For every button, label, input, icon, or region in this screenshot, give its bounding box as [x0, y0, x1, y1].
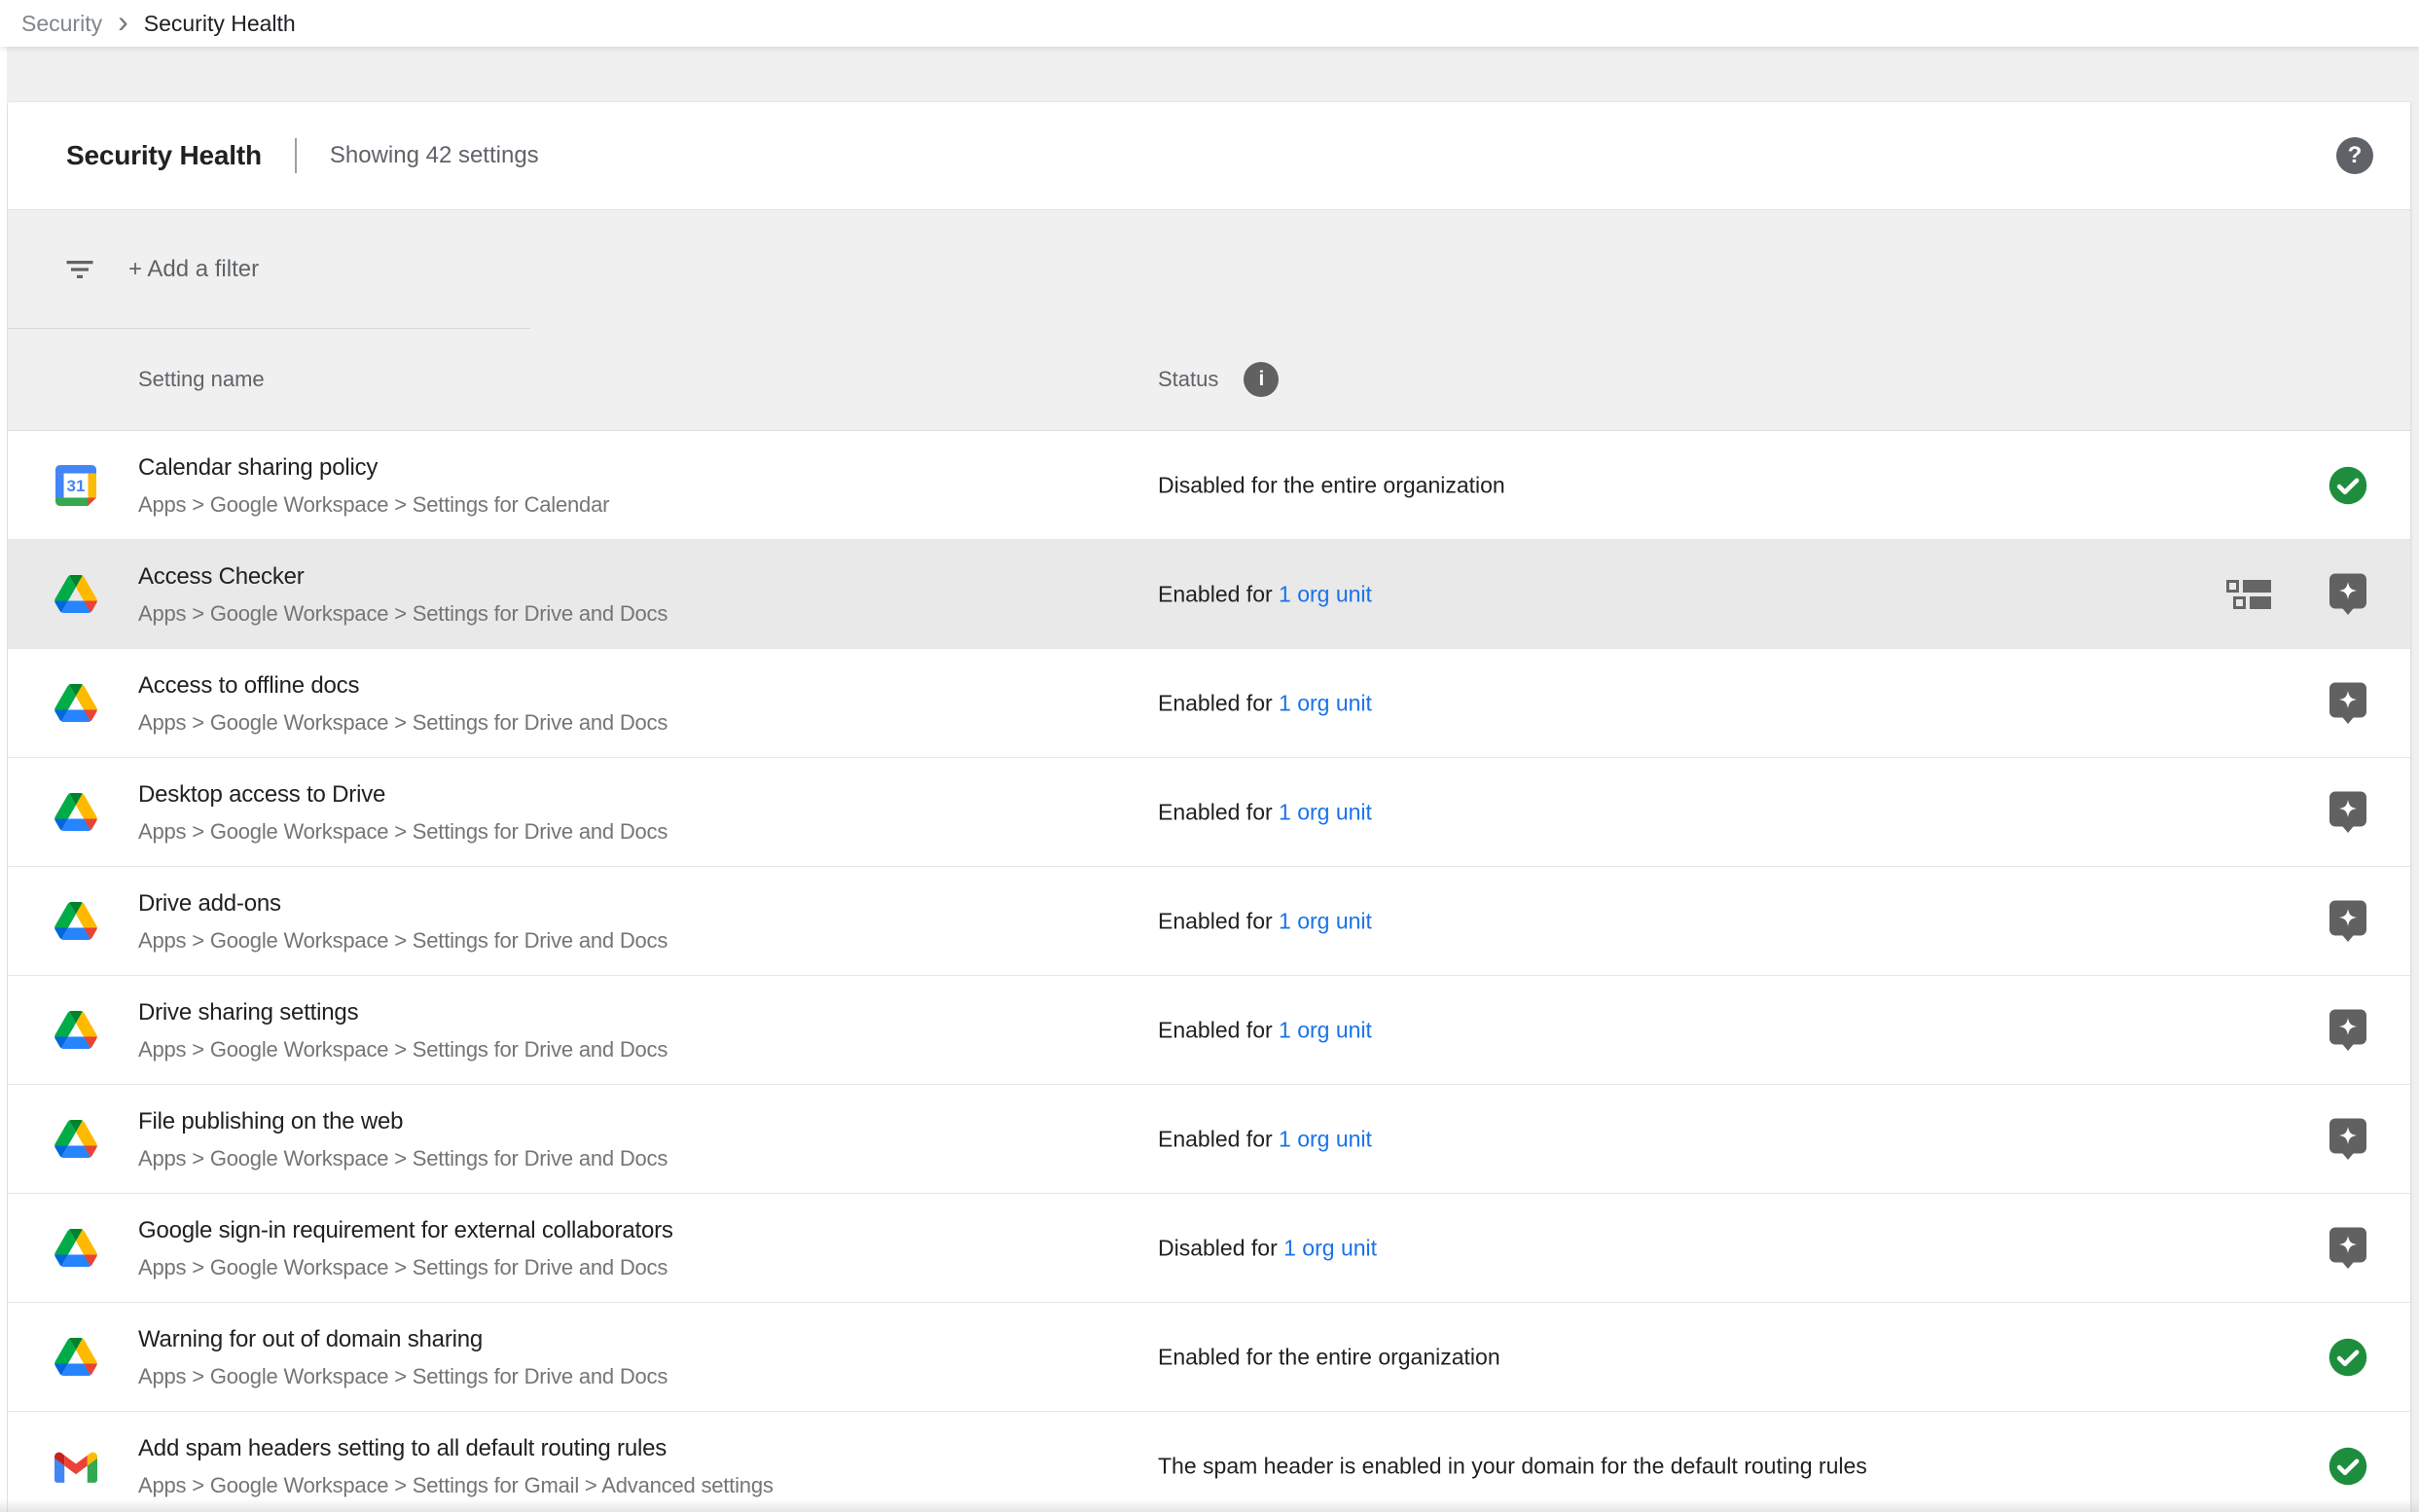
- setting-row[interactable]: Drive add-ons Apps > Google Workspace > …: [8, 867, 2410, 976]
- breadcrumb-current: Security Health: [144, 11, 296, 37]
- setting-status: Enabled for 1 org unit: [1158, 908, 1372, 934]
- info-icon[interactable]: i: [1244, 362, 1279, 397]
- setting-row[interactable]: Desktop access to Drive Apps > Google Wo…: [8, 758, 2410, 867]
- table-header: Setting name Status i: [8, 329, 2410, 430]
- page-left-gutter: [0, 0, 7, 1512]
- setting-name: Calendar sharing policy: [138, 454, 378, 482]
- status-text: Enabled for: [1158, 799, 1279, 824]
- setting-path: Apps > Google Workspace > Settings for D…: [138, 928, 668, 954]
- setting-path: Apps > Google Workspace > Settings for D…: [138, 1037, 668, 1062]
- status-text: Enabled for the entire organization: [1158, 1344, 1500, 1369]
- setting-status: Enabled for 1 org unit: [1158, 581, 1372, 607]
- setting-row[interactable]: Google sign-in requirement for external …: [8, 1194, 2410, 1303]
- filter-list-icon[interactable]: [62, 252, 97, 287]
- setting-path: Apps > Google Workspace > Settings for G…: [138, 1473, 774, 1498]
- setting-name: Drive add-ons: [138, 890, 281, 918]
- setting-name: Access to offline docs: [138, 672, 359, 700]
- add-filter-button[interactable]: + Add a filter: [128, 256, 259, 283]
- status-text: Disabled for: [1158, 1235, 1283, 1260]
- setting-row[interactable]: Warning for out of domain sharing Apps >…: [8, 1303, 2410, 1412]
- page-title: Security Health: [66, 140, 262, 171]
- chevron-right-icon: ›: [118, 6, 128, 37]
- calendar-icon: 31: [54, 463, 98, 508]
- column-setting-name: Setting name: [138, 367, 265, 392]
- org-unit-link[interactable]: 1 org unit: [1279, 690, 1372, 715]
- setting-path: Apps > Google Workspace > Settings for D…: [138, 601, 668, 627]
- setting-path: Apps > Google Workspace > Settings for D…: [138, 1364, 668, 1389]
- drive-icon: [54, 1226, 98, 1271]
- gmail-icon: [54, 1444, 98, 1489]
- recommendation-icon[interactable]: [2326, 899, 2370, 943]
- drive-icon: [54, 681, 98, 726]
- setting-row[interactable]: Add spam headers setting to all default …: [8, 1412, 2410, 1512]
- recommendation-icon[interactable]: [2326, 681, 2370, 725]
- setting-status: Enabled for the entire organization: [1158, 1344, 1500, 1370]
- setting-status: Disabled for 1 org unit: [1158, 1235, 1377, 1261]
- drive-icon: [54, 1008, 98, 1053]
- drive-icon: [54, 1335, 98, 1380]
- setting-status: Disabled for the entire organization: [1158, 472, 1505, 498]
- title-divider: [295, 138, 297, 173]
- status-ok-icon: [2326, 465, 2370, 506]
- status-text: Enabled for: [1158, 690, 1279, 715]
- org-unit-link[interactable]: 1 org unit: [1279, 1017, 1372, 1042]
- status-ok-icon: [2326, 1337, 2370, 1378]
- filter-bar: + Add a filter: [8, 210, 2410, 329]
- rule-applied-icon: [2226, 580, 2271, 609]
- recommendation-icon[interactable]: [2326, 572, 2370, 616]
- svg-text:31: 31: [67, 476, 86, 494]
- drive-icon: [54, 1117, 98, 1162]
- setting-row[interactable]: Access Checker Apps > Google Workspace >…: [8, 540, 2410, 649]
- security-health-card: Security Health Showing 42 settings ? + …: [8, 102, 2410, 1512]
- column-status: Status: [1158, 367, 1218, 392]
- setting-name: Desktop access to Drive: [138, 781, 385, 809]
- status-text: Disabled for the entire organization: [1158, 472, 1505, 497]
- setting-status: Enabled for 1 org unit: [1158, 799, 1372, 825]
- breadcrumb-parent-link[interactable]: Security: [21, 11, 102, 37]
- drive-icon: [54, 899, 98, 944]
- card-header: Security Health Showing 42 settings ?: [8, 102, 2410, 209]
- setting-name: Access Checker: [138, 563, 305, 591]
- setting-status: Enabled for 1 org unit: [1158, 690, 1372, 716]
- breadcrumb: Security › Security Health: [0, 0, 2419, 47]
- org-unit-link[interactable]: 1 org unit: [1279, 799, 1372, 824]
- setting-path: Apps > Google Workspace > Settings for D…: [138, 1146, 668, 1171]
- drive-icon: [54, 572, 98, 617]
- settings-count: Showing 42 settings: [330, 142, 539, 169]
- status-text: Enabled for: [1158, 581, 1279, 606]
- setting-path: Apps > Google Workspace > Settings for D…: [138, 819, 668, 845]
- status-text: Enabled for: [1158, 908, 1279, 933]
- recommendation-icon[interactable]: [2326, 790, 2370, 834]
- setting-name: File publishing on the web: [138, 1108, 403, 1135]
- status-text: The spam header is enabled in your domai…: [1158, 1453, 1867, 1478]
- org-unit-link[interactable]: 1 org unit: [1279, 581, 1372, 606]
- org-unit-link[interactable]: 1 org unit: [1279, 908, 1372, 933]
- setting-path: Apps > Google Workspace > Settings for C…: [138, 492, 609, 518]
- help-icon[interactable]: ?: [2336, 137, 2373, 174]
- setting-row[interactable]: Access to offline docs Apps > Google Wor…: [8, 649, 2410, 758]
- setting-name: Add spam headers setting to all default …: [138, 1435, 667, 1462]
- org-unit-link[interactable]: 1 org unit: [1283, 1235, 1377, 1260]
- setting-row[interactable]: File publishing on the web Apps > Google…: [8, 1085, 2410, 1194]
- org-unit-link[interactable]: 1 org unit: [1279, 1126, 1372, 1151]
- filter-and-header-band: + Add a filter Setting name Status i: [8, 209, 2410, 431]
- status-text: Enabled for: [1158, 1017, 1279, 1042]
- setting-name: Warning for out of domain sharing: [138, 1326, 483, 1353]
- setting-row[interactable]: 31 Calendar sharing policy Apps > Google…: [8, 431, 2410, 540]
- recommendation-icon[interactable]: [2326, 1008, 2370, 1052]
- status-ok-icon: [2326, 1446, 2370, 1487]
- drive-icon: [54, 790, 98, 835]
- setting-name: Google sign-in requirement for external …: [138, 1217, 673, 1244]
- setting-path: Apps > Google Workspace > Settings for D…: [138, 1255, 668, 1280]
- setting-row[interactable]: Drive sharing settings Apps > Google Wor…: [8, 976, 2410, 1085]
- recommendation-icon[interactable]: [2326, 1117, 2370, 1161]
- settings-list: 31 Calendar sharing policy Apps > Google…: [8, 431, 2410, 1512]
- recommendation-icon[interactable]: [2326, 1226, 2370, 1270]
- setting-path: Apps > Google Workspace > Settings for D…: [138, 710, 668, 736]
- setting-status: The spam header is enabled in your domai…: [1158, 1453, 1867, 1479]
- setting-status: Enabled for 1 org unit: [1158, 1017, 1372, 1043]
- status-text: Enabled for: [1158, 1126, 1279, 1151]
- setting-name: Drive sharing settings: [138, 999, 358, 1026]
- setting-status: Enabled for 1 org unit: [1158, 1126, 1372, 1152]
